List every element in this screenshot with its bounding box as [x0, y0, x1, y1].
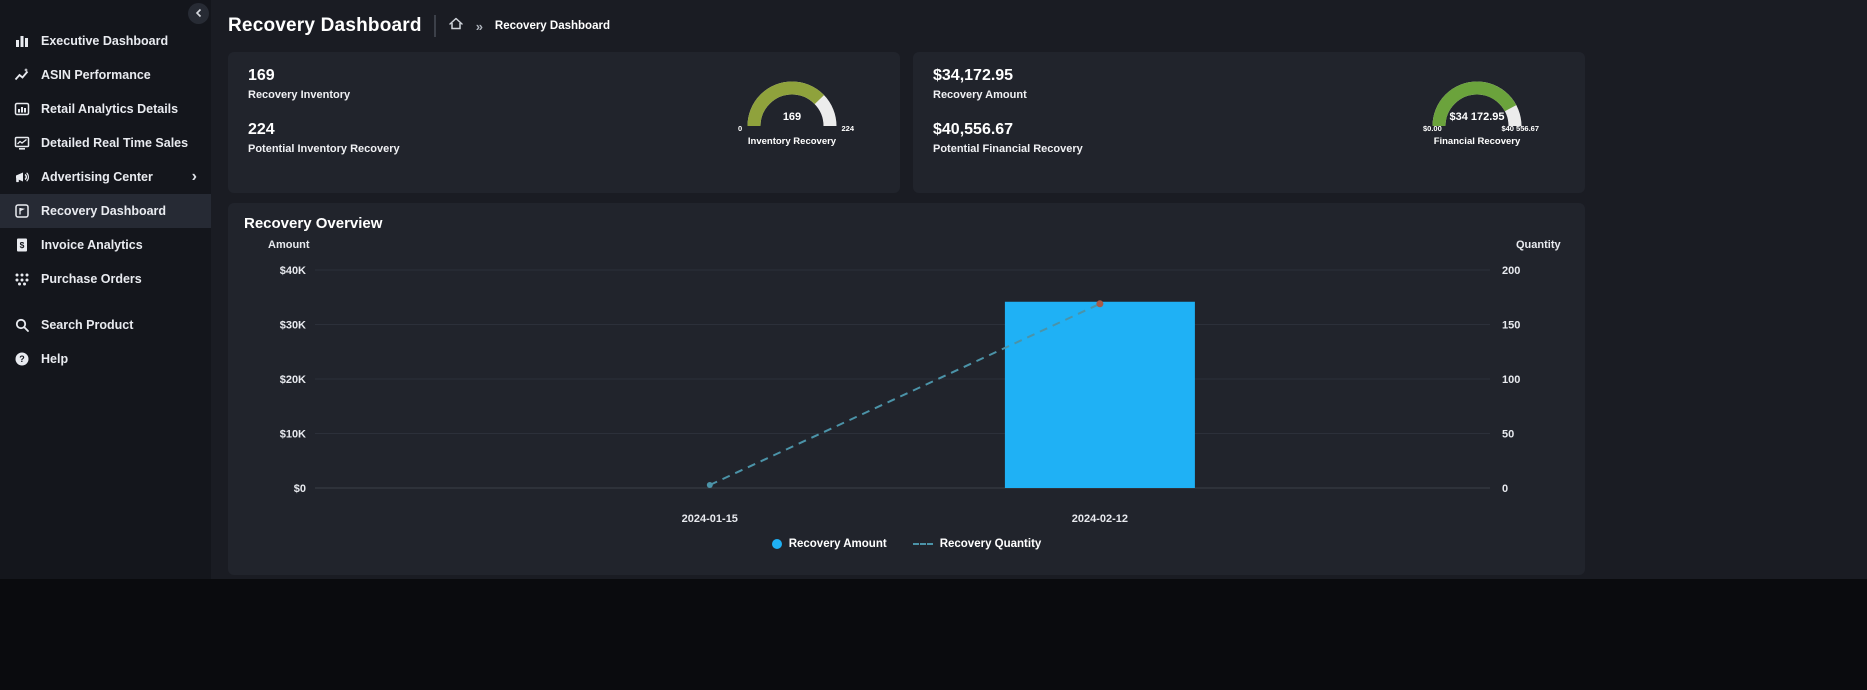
sidebar-item-label: Invoice Analytics	[41, 238, 143, 252]
sidebar-item-label: Retail Analytics Details	[41, 102, 179, 116]
legend-quantity-marker	[912, 543, 933, 545]
search-icon	[14, 317, 30, 333]
svg-text:2024-02-12: 2024-02-12	[1072, 513, 1128, 525]
breadcrumb-home[interactable]	[448, 16, 464, 36]
sidebar-item-retail-analytics-details[interactable]: Retail Analytics Details	[0, 92, 211, 126]
svg-text:$40K: $40K	[280, 265, 306, 277]
sidebar-collapse-button[interactable]	[188, 3, 209, 24]
svg-text:100: 100	[1502, 374, 1520, 386]
svg-text:$20K: $20K	[280, 374, 306, 386]
svg-text:Amount: Amount	[268, 239, 310, 251]
realtime-sales-monitor-icon	[14, 135, 30, 151]
sidebar: Executive Dashboard ASIN Performance Ret…	[0, 0, 211, 579]
gauge-max-label: $40 556.67	[1501, 124, 1539, 133]
sidebar-item-label: ASIN Performance	[41, 68, 151, 82]
sidebar-item-label: Search Product	[41, 318, 134, 332]
recovery-overview-chart: $0 0 $10K 50 $20K 100 $30K 150 $40K 200 Amount Quan…	[268, 239, 1561, 525]
svg-text:$0: $0	[294, 483, 306, 495]
gauge-center-value: $34 172.95	[1449, 111, 1505, 123]
retail-analytics-icon	[14, 101, 30, 117]
help-icon: ?	[14, 351, 30, 367]
header-divider	[433, 15, 436, 37]
svg-text:$30K: $30K	[280, 320, 306, 332]
gauge-title: Inventory Recovery	[747, 136, 837, 147]
sidebar-item-executive-dashboard[interactable]: Executive Dashboard	[0, 24, 211, 58]
sidebar-item-help[interactable]: ? Help	[0, 342, 211, 376]
breadcrumb-separator: »	[475, 18, 483, 34]
svg-text:50: 50	[1502, 429, 1514, 441]
chevron-left-icon	[194, 5, 204, 23]
sidebar-item-label: Recovery Dashboard	[41, 204, 167, 218]
sidebar-item-asin-performance[interactable]: ASIN Performance	[0, 58, 211, 92]
svg-text:2024-01-15: 2024-01-15	[682, 513, 738, 525]
legend-amount-label: Recovery Amount	[788, 538, 887, 550]
sidebar-item-invoice-analytics[interactable]: $ Invoice Analytics	[0, 228, 211, 262]
breadcrumb-current: Recovery Dashboard	[494, 20, 610, 32]
sidebar-item-label: Purchase Orders	[41, 272, 142, 286]
sidebar-item-detailed-real-time-sales[interactable]: Detailed Real Time Sales	[0, 126, 211, 160]
bar-chart-icon	[14, 33, 30, 49]
gauge-title: Financial Recovery	[1433, 136, 1521, 147]
performance-trend-icon	[14, 67, 30, 83]
gauge-min-label: $0.00	[1423, 124, 1442, 133]
megaphone-icon	[14, 169, 30, 185]
invoice-document-icon: $	[14, 237, 30, 253]
inventory-gauge: 169 0 224 Inventory Recovery	[734, 74, 854, 147]
svg-text:Quantity: Quantity	[1516, 239, 1561, 251]
gauge-min-label: 0	[738, 124, 743, 133]
sidebar-item-recovery-dashboard[interactable]: Recovery Dashboard	[0, 194, 211, 228]
chevron-right-icon: ›	[191, 168, 197, 185]
sidebar-item-label: Help	[41, 352, 69, 366]
page-header: Recovery Dashboard » Recovery Dashboard	[228, 0, 1585, 52]
stat-cards-row: 169 Recovery Inventory 224 Potential Inv…	[228, 52, 1585, 193]
svg-text:0: 0	[1502, 483, 1508, 495]
svg-text:$: $	[20, 240, 25, 250]
financial-gauge: $34 172.95 $0.00 $40 556.67 Financial Re…	[1419, 74, 1539, 147]
inventory-recovery-card: 169 Recovery Inventory 224 Potential Inv…	[228, 52, 900, 193]
legend-recovery-amount[interactable]: Recovery Amount	[771, 538, 887, 550]
sidebar-item-label: Executive Dashboard	[41, 34, 169, 48]
legend-recovery-quantity[interactable]: Recovery Quantity	[912, 538, 1042, 550]
main-area: Recovery Dashboard » Recovery Dashboard …	[211, 0, 1867, 579]
financial-recovery-card: $34,172.95 Recovery Amount $40,556.67 Po…	[913, 52, 1585, 193]
gauge-center-value: 169	[782, 111, 802, 123]
sidebar-item-label: Advertising Center	[41, 170, 153, 184]
gauge-max-label: 224	[841, 124, 854, 133]
sidebar-item-purchase-orders[interactable]: Purchase Orders	[0, 262, 211, 296]
svg-text:150: 150	[1502, 320, 1520, 332]
legend-quantity-label: Recovery Quantity	[939, 538, 1042, 550]
sidebar-item-label: Detailed Real Time Sales	[41, 136, 189, 150]
svg-text:?: ?	[19, 354, 25, 364]
overview-title: Recovery Overview	[244, 215, 383, 232]
legend-amount-marker	[771, 539, 782, 549]
svg-text:$10K: $10K	[280, 429, 306, 441]
svg-text:200: 200	[1502, 265, 1520, 277]
home-icon	[448, 16, 464, 36]
app-window: Executive Dashboard ASIN Performance Ret…	[0, 0, 1867, 579]
chart-legend: Recovery Amount Recovery Quantity	[244, 538, 1569, 550]
recovery-overview-card: Recovery Overview $0 0 $10K 50 $20K 100 $30K 15…	[228, 203, 1585, 575]
sidebar-item-advertising-center[interactable]: Advertising Center ›	[0, 160, 211, 194]
purchase-orders-dots-icon	[14, 271, 30, 287]
sidebar-item-search-product[interactable]: Search Product	[0, 308, 211, 342]
page-bottom-area	[0, 579, 1867, 690]
page-title: Recovery Dashboard	[228, 15, 422, 36]
recovery-flag-icon	[14, 203, 30, 219]
